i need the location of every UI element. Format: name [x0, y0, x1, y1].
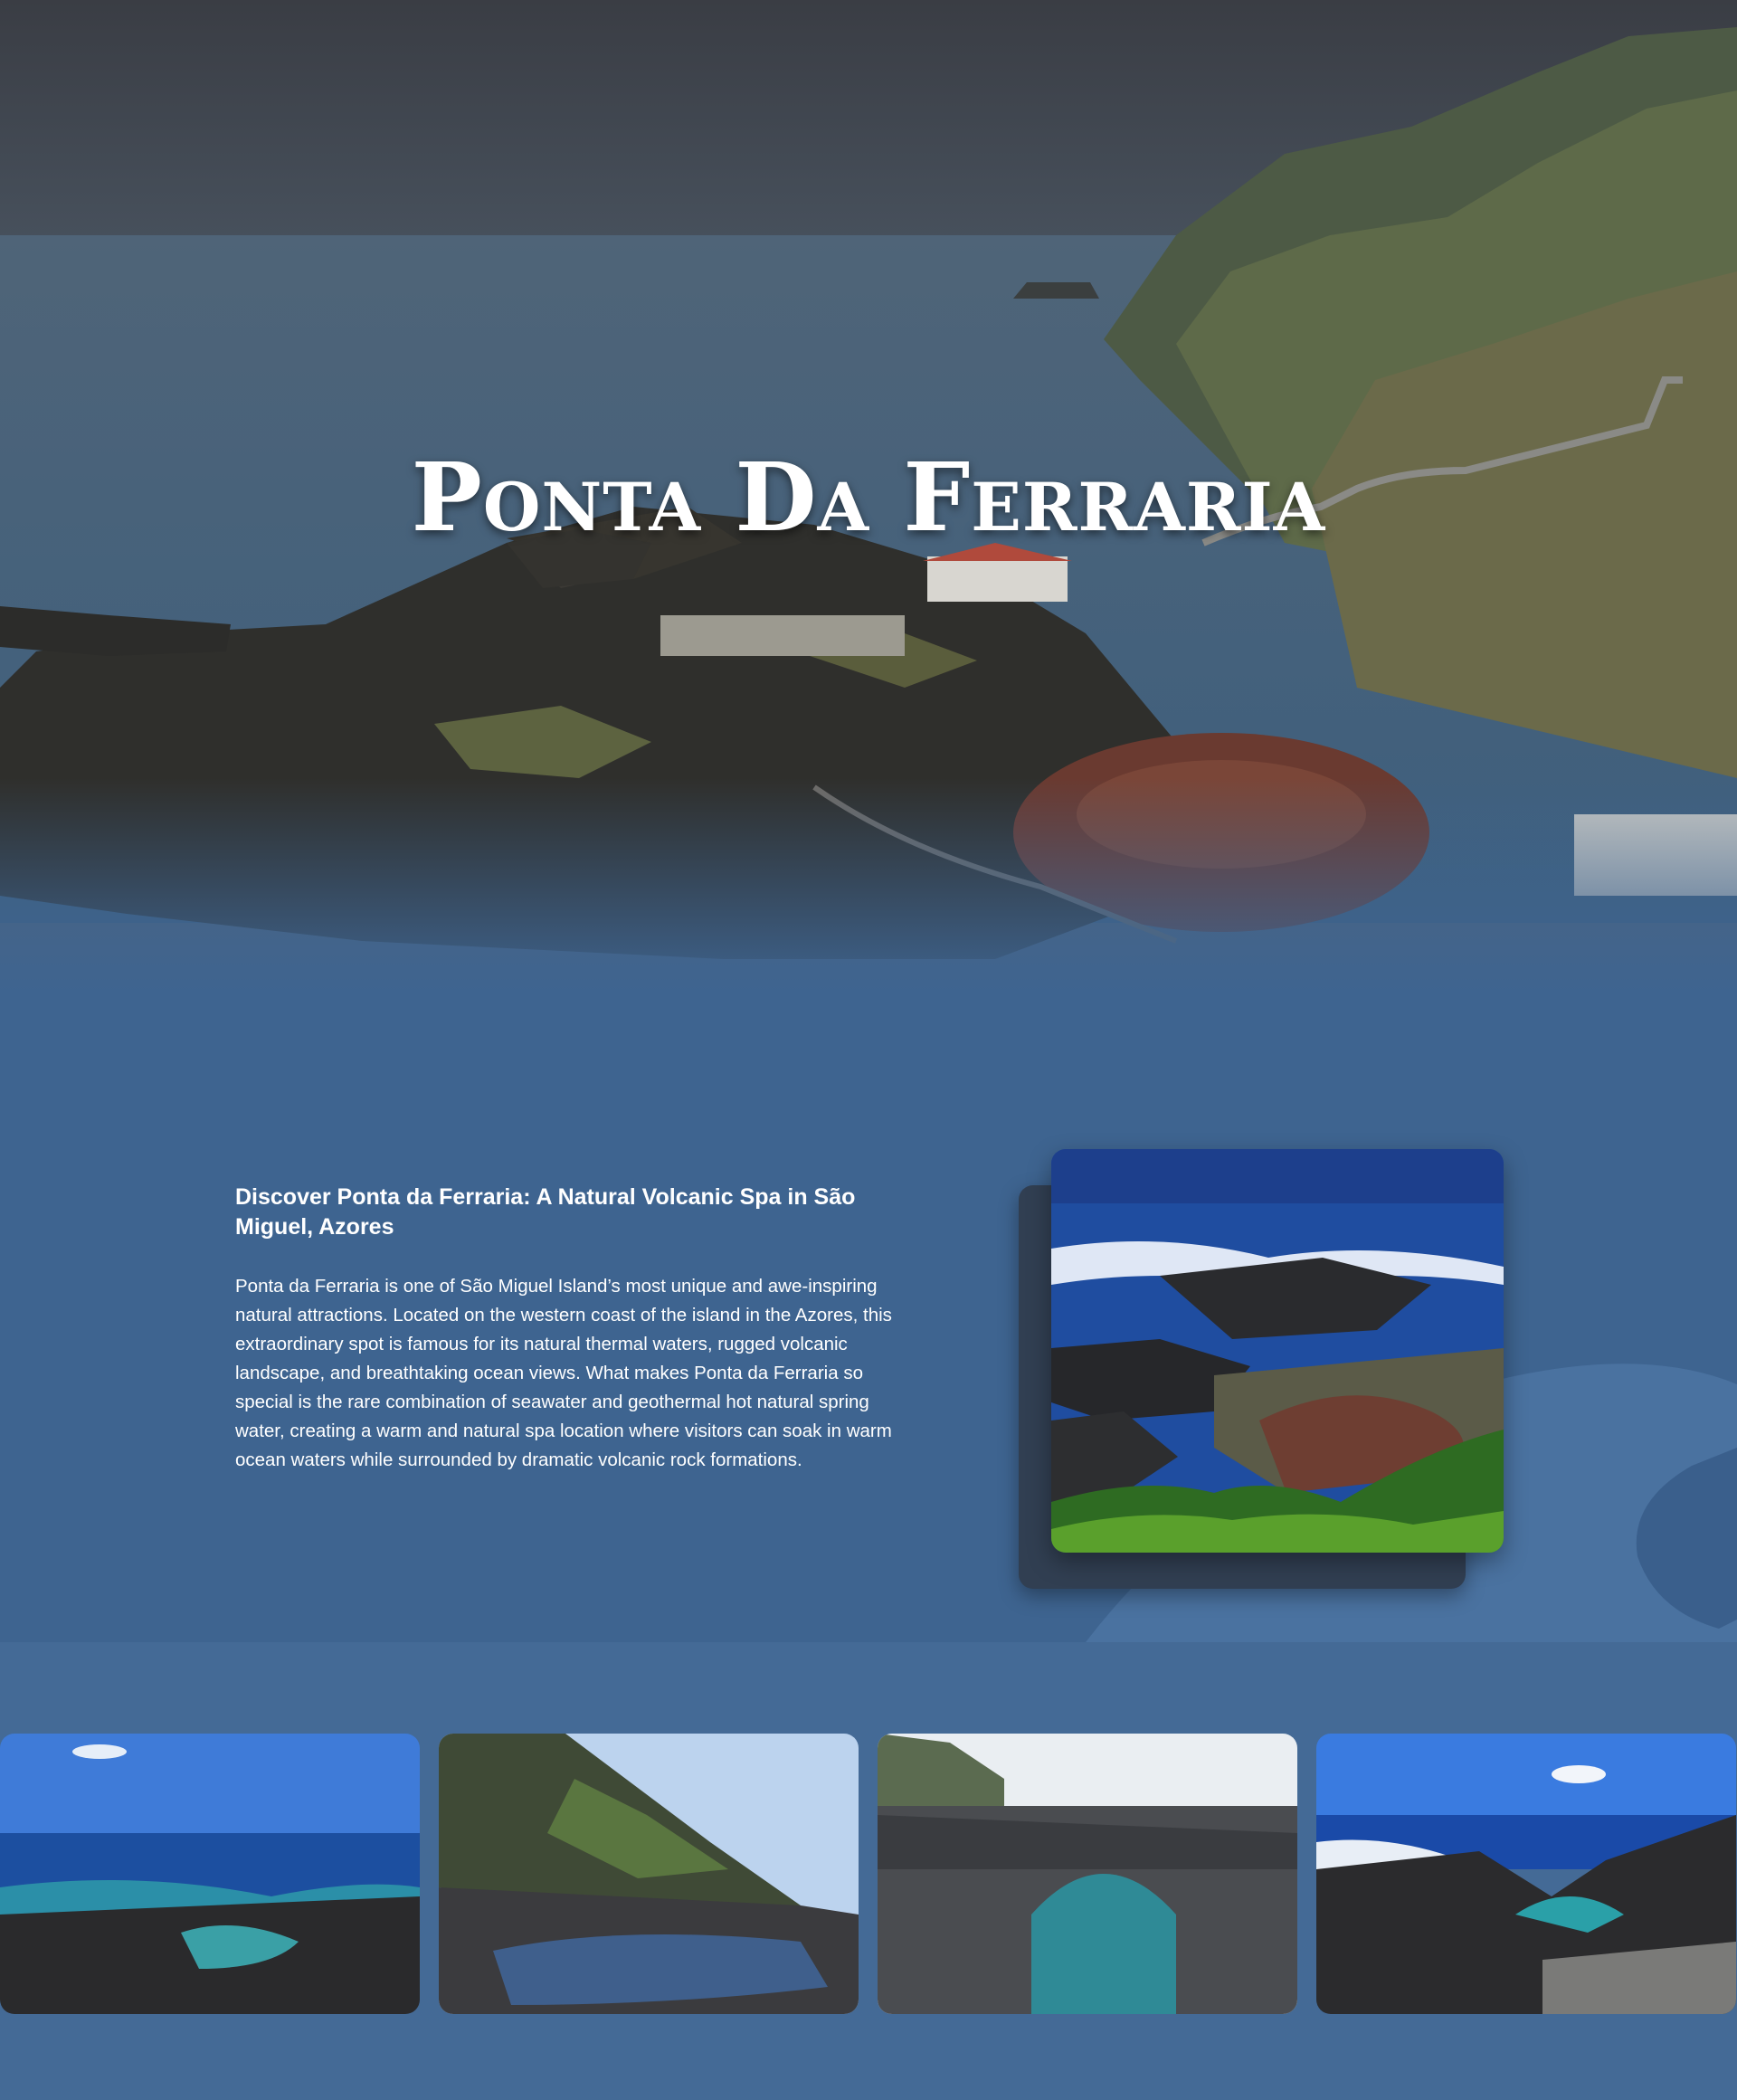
- photo-gallery: [0, 1642, 1737, 2100]
- page-title: Ponta Da Ferraria: [411, 442, 1326, 553]
- hero-section: Ponta Da Ferraria: [0, 0, 1737, 995]
- gallery-photo-rocky-shore[interactable]: [1316, 1734, 1736, 2014]
- gallery-photo-rock-pools[interactable]: [0, 1734, 420, 2014]
- intro-section: Discover Ponta da Ferraria: A Natural Vo…: [0, 995, 1737, 1642]
- intro-paragraph: Ponta da Ferraria is one of São Miguel I…: [235, 1276, 892, 1470]
- gallery-photo-lava-arch[interactable]: [878, 1734, 1297, 2014]
- feature-photo: [1051, 1149, 1504, 1553]
- gallery-photo-bathers-cove[interactable]: [439, 1734, 859, 2014]
- intro-heading: Discover Ponta da Ferraria: A Natural Vo…: [235, 1184, 856, 1240]
